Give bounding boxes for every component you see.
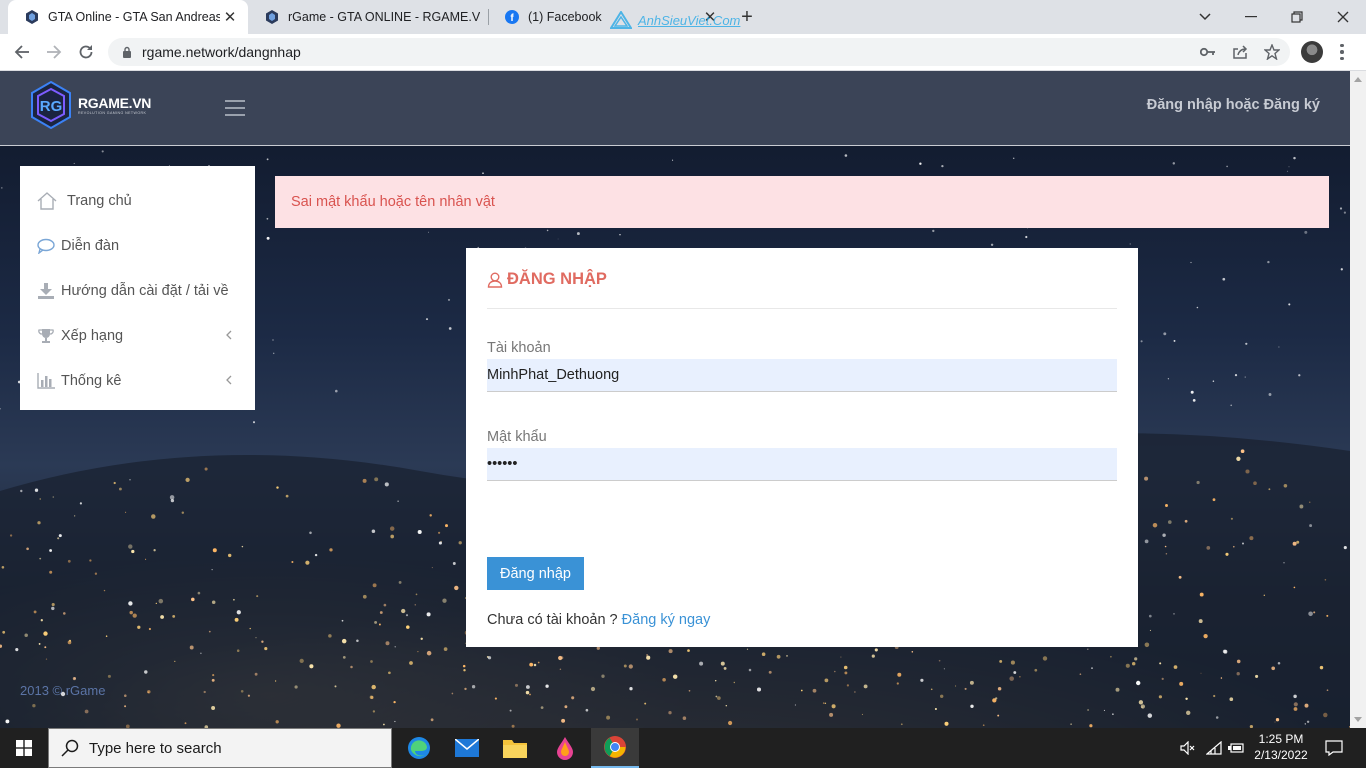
volume-muted-icon[interactable] xyxy=(1178,728,1198,768)
facebook-favicon-icon: f xyxy=(504,9,520,25)
sidebar-menu: Trang chủ Diễn đàn Hướng dẫn cài đặt / t… xyxy=(20,166,255,410)
download-icon xyxy=(37,281,55,301)
close-tab-icon[interactable]: ✕ xyxy=(220,7,240,27)
new-tab-button[interactable]: + xyxy=(736,6,758,28)
edge-icon xyxy=(408,737,430,759)
back-button[interactable] xyxy=(8,38,36,66)
signup-link[interactable]: Đăng ký ngay xyxy=(622,612,711,628)
start-button[interactable] xyxy=(0,728,48,768)
chevron-down-icon xyxy=(1199,13,1211,21)
chrome-icon xyxy=(604,736,626,758)
sidebar-item-statistics[interactable]: Thống kê xyxy=(20,358,255,403)
rgame-favicon-icon xyxy=(24,9,40,25)
restore-icon xyxy=(1291,11,1303,23)
close-window-button[interactable] xyxy=(1320,0,1366,34)
rgame-favicon-icon xyxy=(264,9,280,25)
sidebar-item-forum[interactable]: Diễn đàn xyxy=(20,223,255,268)
arrow-left-icon xyxy=(14,45,29,59)
minimize-icon xyxy=(1245,16,1257,18)
bookmark-star-icon[interactable] xyxy=(1262,42,1282,62)
login-form-card: ĐĂNG NHẬP Tài khoản Mật khẩu Đăng nhập C… xyxy=(466,248,1138,647)
notification-icon[interactable] xyxy=(1322,728,1346,768)
divider xyxy=(487,308,1117,309)
mail-icon xyxy=(455,739,479,757)
battery-icon[interactable] xyxy=(1226,728,1246,768)
username-input[interactable] xyxy=(487,359,1117,392)
folder-icon xyxy=(503,740,527,758)
browser-menu-icon[interactable] xyxy=(1334,40,1350,64)
forward-button[interactable] xyxy=(40,38,68,66)
password-input[interactable] xyxy=(487,448,1117,481)
signup-prompt: Chưa có tài khoản ? Đăng ký ngay xyxy=(487,612,710,628)
page-scrollbar[interactable] xyxy=(1350,71,1366,728)
scroll-up-icon[interactable] xyxy=(1354,77,1362,82)
watermark-triangle-icon xyxy=(610,11,632,29)
mail-app[interactable] xyxy=(443,728,491,768)
browser-toolbar: rgame.network/dangnhap xyxy=(0,34,1366,71)
menu-toggle-icon[interactable] xyxy=(225,100,245,116)
close-icon xyxy=(1337,11,1349,23)
user-icon xyxy=(487,272,503,288)
site-header: RG RGAME.VN REVOLUTION GAMING NETWORK Đă… xyxy=(0,71,1350,146)
login-button[interactable]: Đăng nhập xyxy=(487,557,584,590)
home-icon xyxy=(37,191,57,211)
windows-taskbar: Type here to search 1:25 PM 2/13/2022 xyxy=(0,728,1366,768)
error-message: Sai mật khẩu hoặc tên nhân vật xyxy=(291,194,495,210)
svg-text:RG: RG xyxy=(40,98,63,115)
error-alert: Sai mật khẩu hoặc tên nhân vật xyxy=(275,176,1329,228)
clock-date: 2/13/2022 xyxy=(1254,748,1308,762)
logo-tagline: REVOLUTION GAMING NETWORK xyxy=(78,111,147,115)
share-icon[interactable] xyxy=(1230,42,1250,62)
scroll-down-icon[interactable] xyxy=(1354,717,1362,722)
watermark-logo: AnhSieuViet.Com xyxy=(610,11,740,29)
search-icon xyxy=(61,739,79,761)
password-label: Mật khẩu xyxy=(487,429,547,445)
browser-tabstrip: GTA Online - GTA San Andreas - ( ✕ rGame… xyxy=(0,0,1366,34)
sidebar-item-home[interactable]: Trang chủ xyxy=(20,178,255,223)
sidebar-item-download[interactable]: Hướng dẫn cài đặt / tải về xyxy=(20,268,255,313)
clock-time: 1:25 PM xyxy=(1258,732,1304,746)
lock-icon xyxy=(122,46,136,58)
address-bar[interactable]: rgame.network/dangnhap xyxy=(108,38,1290,66)
logo-text: RGAME.VN xyxy=(78,95,152,111)
tab-gta-online[interactable]: GTA Online - GTA San Andreas - ( ✕ xyxy=(8,0,248,34)
chevron-left-icon xyxy=(225,327,233,343)
arrow-right-icon xyxy=(47,45,62,59)
paint-app[interactable] xyxy=(541,728,589,768)
login-title: ĐĂNG NHẬP xyxy=(487,270,607,289)
chrome-app[interactable] xyxy=(591,728,639,768)
reload-icon xyxy=(79,45,93,59)
comment-icon xyxy=(37,236,55,256)
tab-search-button[interactable] xyxy=(1182,0,1228,34)
tab-rgame[interactable]: rGame - GTA ONLINE - RGAME.V xyxy=(248,0,488,34)
sidebar-item-ranking[interactable]: Xếp hạng xyxy=(20,313,255,358)
username-label: Tài khoản xyxy=(487,340,551,356)
chevron-left-icon xyxy=(225,372,233,388)
edge-app[interactable] xyxy=(395,728,443,768)
windows-logo-icon xyxy=(16,740,32,756)
url-text: rgame.network/dangnhap xyxy=(142,44,301,60)
rgame-logo-icon: RG xyxy=(31,81,71,129)
login-register-link[interactable]: Đăng nhập hoặc Đăng ký xyxy=(1147,97,1320,113)
key-icon[interactable] xyxy=(1198,42,1218,62)
paint-drop-icon xyxy=(557,737,573,760)
taskbar-clock[interactable]: 1:25 PM 2/13/2022 xyxy=(1246,731,1316,763)
trophy-icon xyxy=(37,326,55,346)
taskbar-search[interactable]: Type here to search xyxy=(48,728,392,768)
restore-button[interactable] xyxy=(1274,0,1320,34)
no-account-text: Chưa có tài khoản ? xyxy=(487,612,618,628)
bar-chart-icon xyxy=(37,371,55,391)
file-explorer-app[interactable] xyxy=(491,728,539,768)
reload-button[interactable] xyxy=(72,38,100,66)
wifi-icon[interactable] xyxy=(1204,728,1224,768)
footer-copyright: 2013 © rGame xyxy=(20,683,106,698)
site-logo[interactable]: RG RGAME.VN REVOLUTION GAMING NETWORK xyxy=(30,81,151,129)
page-content: RG RGAME.VN REVOLUTION GAMING NETWORK Đă… xyxy=(0,71,1350,728)
minimize-button[interactable] xyxy=(1228,0,1274,34)
profile-avatar[interactable] xyxy=(1301,41,1323,63)
